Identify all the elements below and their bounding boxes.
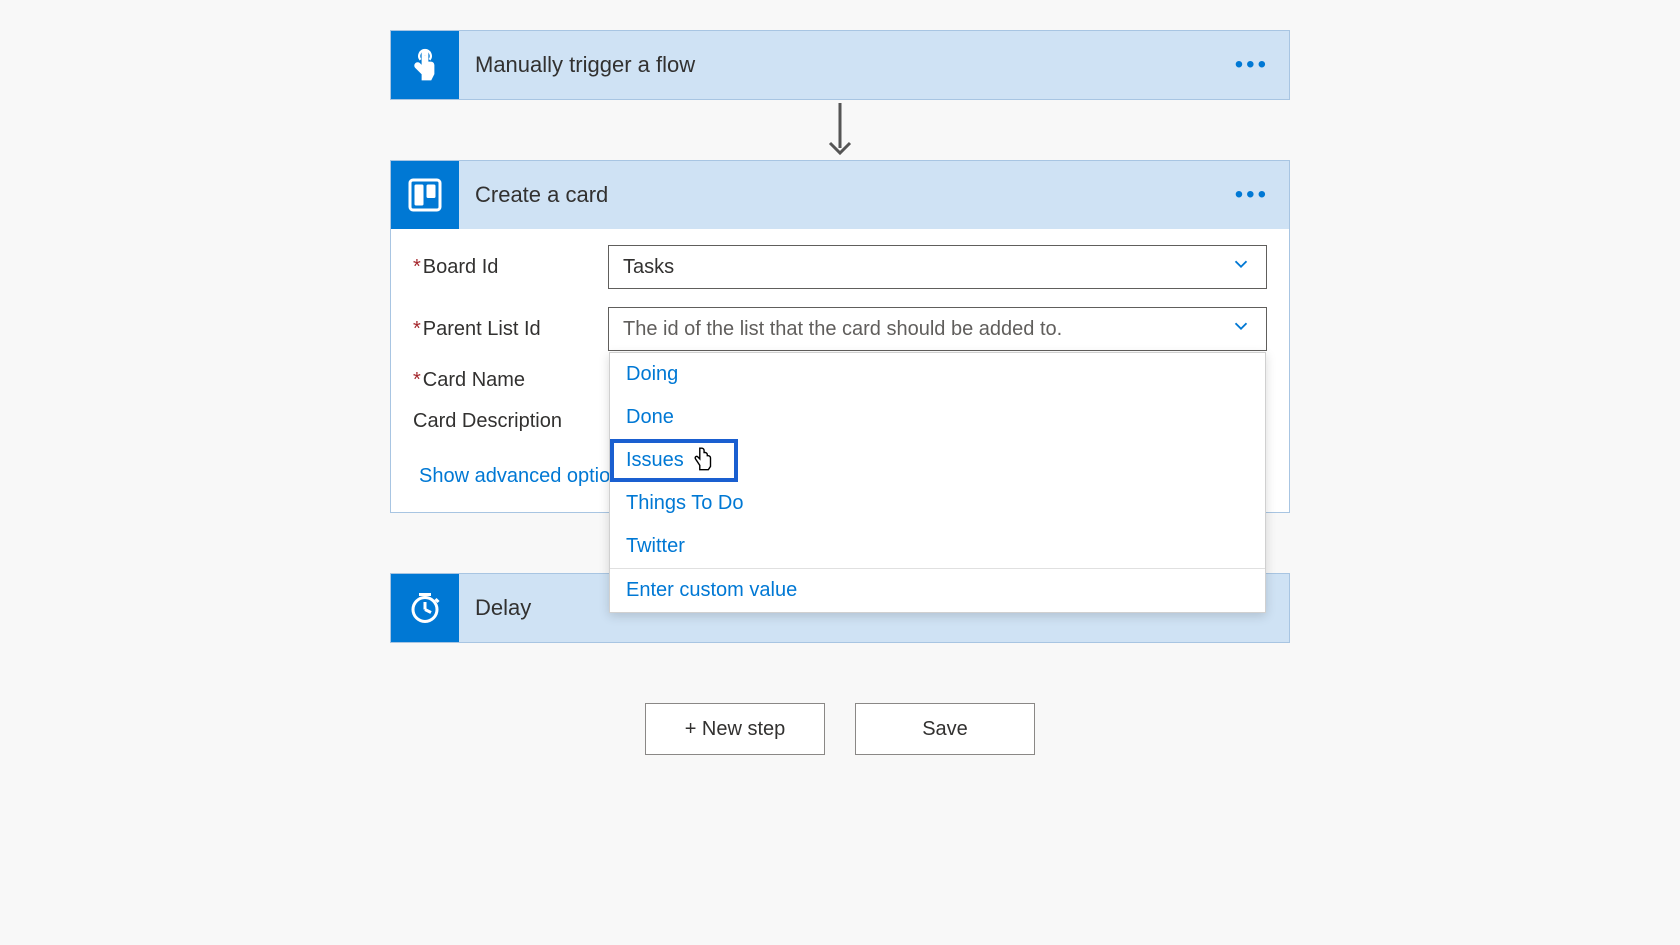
parent-list-id-placeholder: The id of the list that the card should … <box>623 318 1062 341</box>
board-id-label-text: Board Id <box>423 256 499 278</box>
card-name-label-text: Card Name <box>423 369 525 391</box>
board-id-label: *Board Id <box>413 256 608 279</box>
trello-icon <box>391 161 459 229</box>
create-card-body: *Board Id Tasks *Parent List Id <box>391 229 1289 512</box>
create-card-step: Create a card ••• *Board Id Tasks <box>390 160 1290 513</box>
required-marker: * <box>413 256 421 278</box>
trigger-step-card[interactable]: Manually trigger a flow ••• <box>390 30 1290 100</box>
trigger-step-menu[interactable]: ••• <box>1215 51 1289 79</box>
parent-list-dropdown: Doing Done Issues Things To Do <box>609 352 1266 613</box>
dropdown-option-issues-label: Issues <box>626 449 684 471</box>
board-id-value: Tasks <box>623 256 674 279</box>
card-name-label: *Card Name <box>413 369 608 392</box>
flow-container: Manually trigger a flow ••• Create a <box>0 30 1680 755</box>
required-marker: * <box>413 318 421 340</box>
chevron-down-icon <box>1230 253 1252 281</box>
save-button[interactable]: Save <box>855 703 1035 755</box>
create-card-header[interactable]: Create a card ••• <box>391 161 1289 229</box>
dropdown-option-done[interactable]: Done <box>610 396 1265 439</box>
trigger-step-title: Manually trigger a flow <box>459 52 1215 78</box>
dropdown-option-twitter[interactable]: Twitter <box>610 525 1265 568</box>
board-id-select[interactable]: Tasks <box>608 245 1267 289</box>
create-card-menu[interactable]: ••• <box>1215 181 1289 209</box>
parent-list-id-label: *Parent List Id <box>413 318 608 341</box>
field-row-board-id: *Board Id Tasks <box>413 245 1267 289</box>
field-row-parent-list-id: *Parent List Id The id of the list that … <box>413 307 1267 351</box>
manual-trigger-icon <box>391 31 459 99</box>
show-advanced-label: Show advanced options <box>419 465 631 488</box>
parent-list-id-select[interactable]: The id of the list that the card should … <box>608 307 1267 351</box>
required-marker: * <box>413 369 421 391</box>
dropdown-option-things-to-do[interactable]: Things To Do <box>610 482 1265 525</box>
action-buttons-row: + New step Save <box>645 703 1035 755</box>
new-step-button[interactable]: + New step <box>645 703 825 755</box>
parent-list-id-label-text: Parent List Id <box>423 318 541 340</box>
card-description-label: Card Description <box>413 410 608 433</box>
connector-arrow-1 <box>825 100 855 160</box>
chevron-down-icon <box>1230 315 1252 343</box>
cursor-pointer-icon <box>690 445 716 481</box>
flow-designer-canvas: Manually trigger a flow ••• Create a <box>0 0 1680 755</box>
dropdown-option-issues[interactable]: Issues <box>610 439 738 482</box>
clock-icon <box>391 574 459 642</box>
dropdown-option-doing[interactable]: Doing <box>610 353 1265 396</box>
dropdown-option-custom-value[interactable]: Enter custom value <box>610 568 1265 612</box>
create-card-title: Create a card <box>459 182 1215 208</box>
